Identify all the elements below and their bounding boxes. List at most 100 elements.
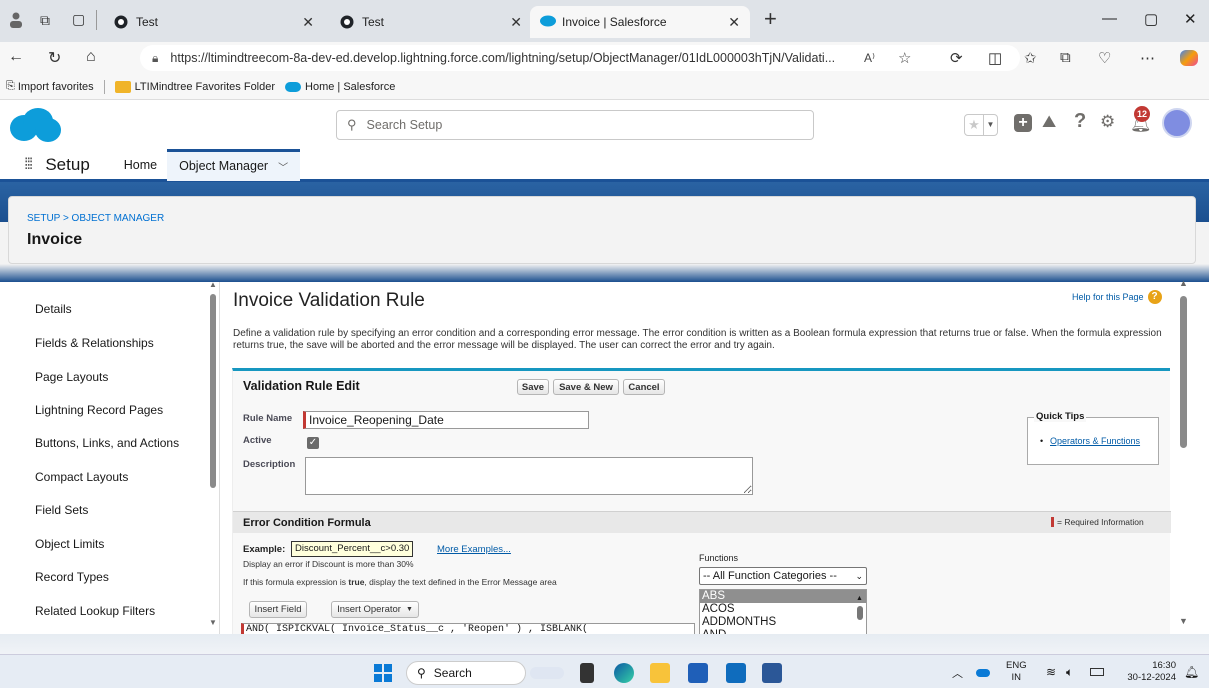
sidebar-item-object-limits[interactable]: Object Limits [35, 537, 104, 551]
close-icon[interactable]: ✕ [302, 14, 314, 31]
description-field[interactable] [305, 457, 753, 495]
save-new-button[interactable]: Save & New [553, 379, 619, 395]
close-icon[interactable]: ✕ [510, 14, 522, 31]
sidebar-item-record-types[interactable]: Record Types [35, 570, 109, 584]
url-field[interactable]: 🔒︎ https://ltimindtreecom-8a-dev-ed.deve… [140, 45, 1020, 71]
notification-bell-icon[interactable]: 🔔︎ [1184, 665, 1199, 679]
avatar[interactable] [1162, 108, 1192, 138]
search-input[interactable]: ⚲ Search Setup [336, 110, 814, 140]
sidebar-item-details[interactable]: Details [35, 302, 72, 316]
minimize-icon[interactable]: — [1102, 10, 1117, 27]
tab-test-1[interactable]: Test ✕ [104, 6, 324, 38]
scroll-up-icon[interactable]: ▲ [856, 592, 863, 605]
scroll-thumb[interactable] [857, 606, 863, 620]
copilot-icon[interactable] [1180, 50, 1198, 66]
outlook-icon[interactable] [726, 663, 746, 683]
trailhead-icon[interactable]: ⛰ [1042, 112, 1056, 132]
save-button[interactable]: Save [517, 379, 549, 395]
nav-home[interactable]: Home [124, 158, 157, 172]
scroll-up-icon[interactable]: ▲ [1179, 278, 1188, 288]
scroll-down-icon[interactable]: ▼ [1179, 616, 1188, 626]
salesforce-cloud-icon [540, 15, 556, 29]
more-examples-link[interactable]: More Examples... [437, 544, 511, 555]
lock-icon[interactable]: 🔒︎ [152, 51, 158, 66]
read-aloud-icon[interactable]: A⁾ [864, 51, 875, 65]
sidebar-item-field-sets[interactable]: Field Sets [35, 503, 88, 517]
formula-hint-bold: true [348, 577, 365, 587]
back-icon[interactable]: ← [8, 48, 24, 66]
word-icon[interactable] [762, 663, 782, 683]
windows-start-icon[interactable] [374, 664, 392, 685]
nav-object-manager[interactable]: Object Manager ﹀ [167, 148, 301, 181]
favorite-ltimindtree-folder[interactable]: LTIMindtree Favorites Folder [114, 80, 275, 93]
sidebar-item-page-layouts[interactable]: Page Layouts [35, 370, 108, 384]
sidebar-scrollbar[interactable]: ▲ ▼ [208, 280, 218, 634]
global-actions-icon[interactable]: + [1014, 114, 1032, 132]
performance-icon[interactable]: ♡ [1098, 49, 1111, 67]
active-checkbox[interactable]: ✓ [307, 437, 319, 449]
function-category-select[interactable]: -- All Function Categories -- ⌄ [699, 567, 867, 585]
sidebar-item-lightning-record-pages[interactable]: Lightning Record Pages [35, 403, 163, 417]
insert-field-button[interactable]: Insert Field [249, 601, 307, 618]
collections-icon[interactable]: ⧉ [1060, 49, 1071, 66]
close-window-icon[interactable]: ✕ [1184, 10, 1197, 28]
function-item[interactable]: ADDMONTHS [700, 616, 866, 629]
wifi-icon[interactable]: ≋ [1046, 665, 1056, 679]
restore-icon[interactable]: ▢ [1144, 10, 1158, 28]
refresh-icon[interactable]: ↻ [48, 48, 61, 68]
scroll-down-icon[interactable]: ▼ [209, 618, 217, 627]
operators-functions-link[interactable]: Operators & Functions [1050, 436, 1140, 446]
favorite-star-icon[interactable]: ☆ [898, 49, 911, 67]
split-screen-icon[interactable]: ◫ [988, 49, 1002, 67]
github-icon [114, 15, 128, 29]
app-launcher-icon[interactable]: ⁞⁞⁞ [24, 156, 33, 174]
favorite-import[interactable]: ⎘ Import favorites [6, 80, 94, 93]
sidebar-item-buttons-links-actions[interactable]: Buttons, Links, and Actions [35, 436, 179, 450]
new-tab-button[interactable]: + [764, 6, 777, 32]
extensions-icon[interactable]: ⟳ [950, 49, 963, 67]
scroll-up-icon[interactable]: ▲ [209, 280, 217, 289]
clock[interactable]: 16:30 30-12-2024 [1116, 660, 1176, 684]
onedrive-icon[interactable] [976, 669, 990, 677]
edge-icon[interactable] [614, 663, 634, 683]
main-scrollbar[interactable]: ▲ ▼ [1178, 278, 1190, 634]
profile-icon[interactable] [10, 12, 22, 28]
show-hidden-icons[interactable]: ︿ [952, 665, 963, 681]
volume-icon[interactable]: 🔈︎ [1066, 665, 1073, 680]
battery-icon[interactable] [1090, 668, 1104, 676]
workspaces-icon[interactable]: ⧉ [40, 12, 50, 29]
function-item[interactable]: ACOS [700, 603, 866, 616]
language-indicator[interactable]: ENG IN [1006, 660, 1027, 684]
salesforce-logo[interactable] [8, 106, 62, 147]
scroll-thumb[interactable] [1180, 296, 1187, 448]
store-icon[interactable] [688, 663, 708, 683]
chevron-down-icon[interactable]: ﹀ [278, 159, 288, 174]
favorites-button[interactable]: ★ ▼ [964, 114, 998, 136]
sidebar-item-related-lookup-filters[interactable]: Related Lookup Filters [35, 604, 155, 618]
home-icon[interactable]: ⌂ [86, 48, 96, 66]
cancel-button[interactable]: Cancel [623, 379, 665, 395]
rule-name-field[interactable]: Invoice_Reopening_Date [303, 411, 589, 429]
taskbar-search[interactable]: ⚲ Search [406, 661, 526, 685]
gear-icon[interactable]: ⚙ [1100, 112, 1115, 132]
help-icon[interactable]: ? [1074, 110, 1086, 133]
sidebar-item-compact-layouts[interactable]: Compact Layouts [35, 470, 128, 484]
favorites-bar: ⎘ Import favorites LTIMindtree Favorites… [0, 74, 1209, 100]
favorite-home-salesforce[interactable]: Home | Salesforce [285, 81, 395, 93]
breadcrumb[interactable]: SETUP > OBJECT MANAGER [27, 213, 164, 224]
task-view-icon[interactable] [580, 663, 594, 683]
file-explorer-icon[interactable] [650, 663, 670, 683]
more-icon[interactable]: ⋯ [1140, 49, 1155, 67]
close-icon[interactable]: ✕ [728, 14, 740, 31]
ltimindtree-app-icon[interactable] [530, 667, 564, 679]
sidebar-item-fields-relationships[interactable]: Fields & Relationships [35, 336, 154, 350]
function-item[interactable]: ABS [700, 590, 866, 603]
tab-test-2[interactable]: Test ✕ [330, 6, 532, 38]
scroll-thumb[interactable] [210, 294, 216, 488]
help-link[interactable]: Help for this Page ? [1072, 290, 1162, 304]
tab-invoice-salesforce[interactable]: Invoice | Salesforce ✕ [530, 6, 750, 38]
insert-operator-button[interactable]: Insert Operator ▼ [331, 601, 419, 618]
favorites-icon[interactable]: ✩ [1024, 49, 1037, 67]
tab-actions-icon[interactable]: ▢ [72, 11, 85, 28]
formula-hint-post: , display the text defined in the Error … [364, 577, 557, 587]
